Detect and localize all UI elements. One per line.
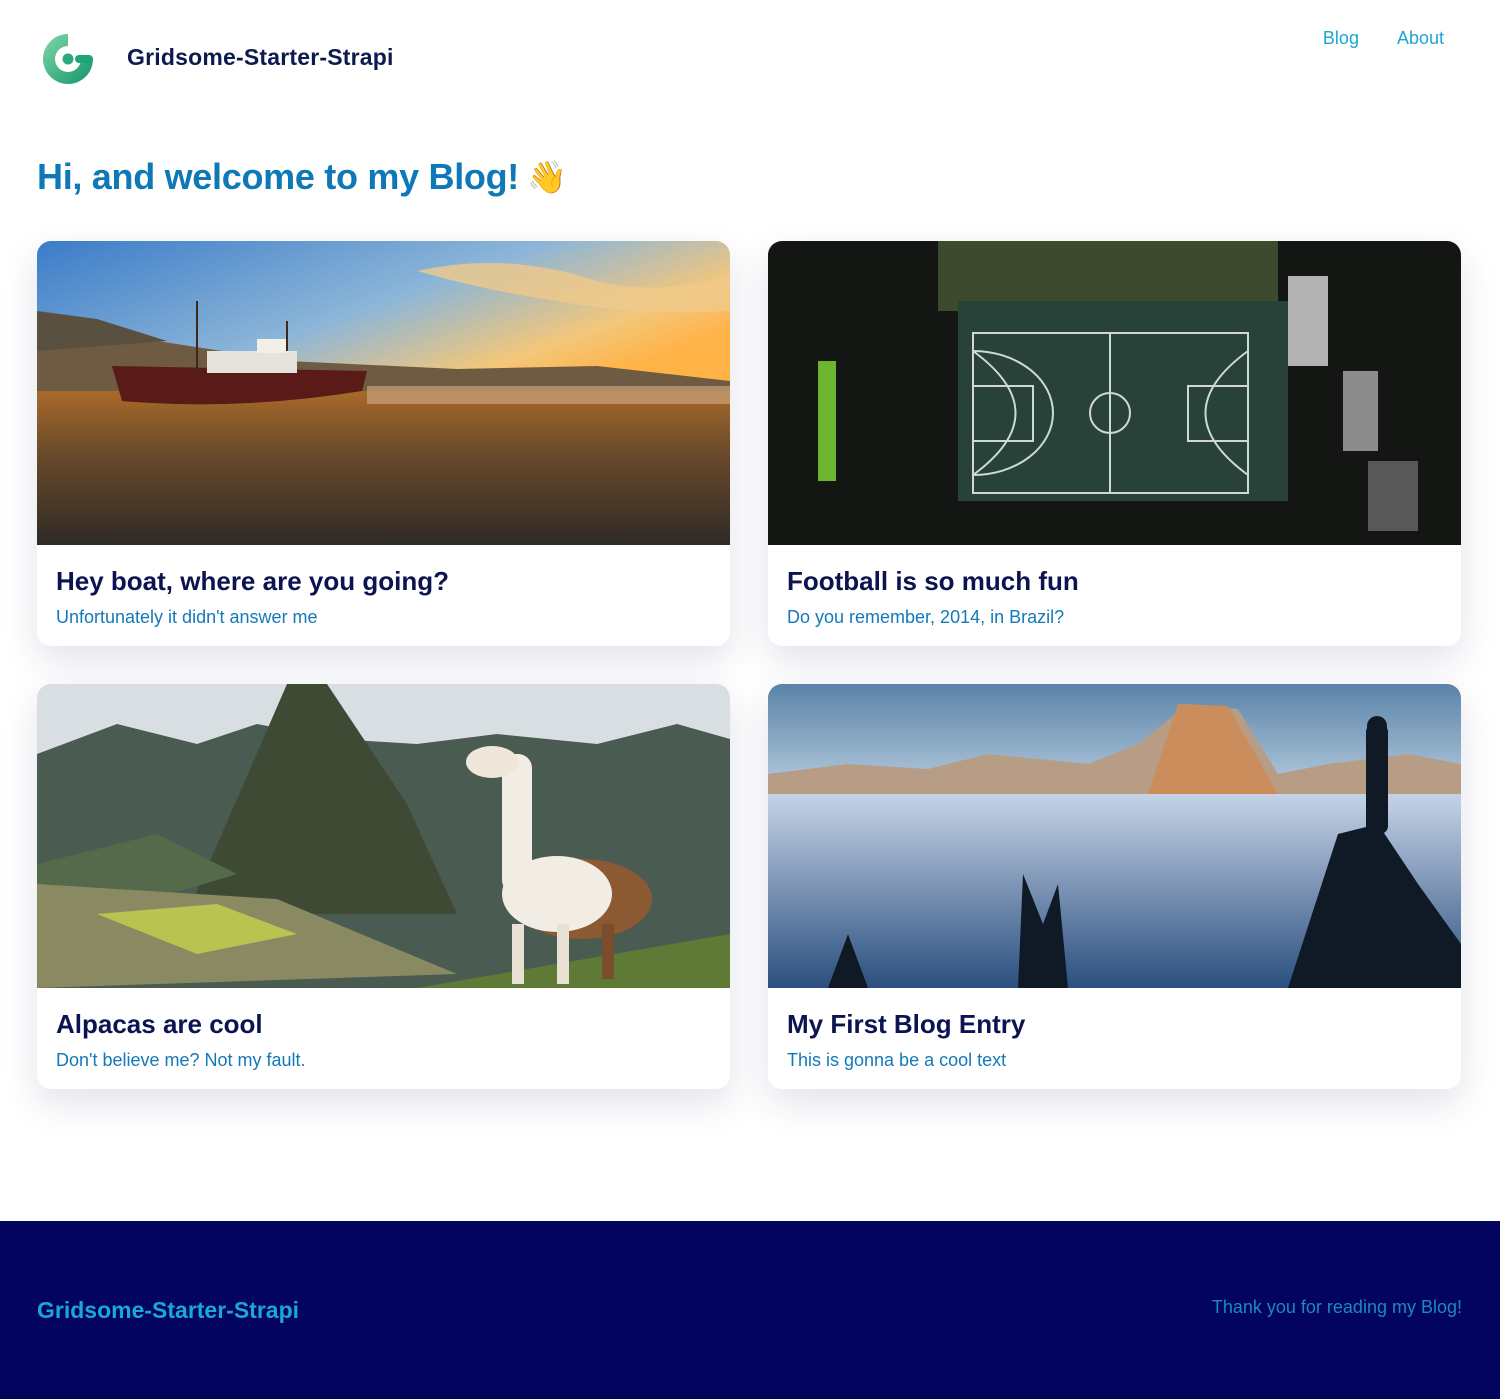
post-title[interactable]: My First Blog Entry <box>787 1009 1025 1040</box>
post-title[interactable]: Hey boat, where are you going? <box>56 566 449 597</box>
main-nav: Blog About <box>1323 28 1444 49</box>
post-description: Do you remember, 2014, in Brazil? <box>787 607 1065 627</box>
nav-link-blog[interactable]: Blog <box>1323 28 1359 49</box>
site-header: Gridsome-Starter-Strapi Blog About <box>0 0 1500 120</box>
post-image-boat[interactable] <box>37 241 730 545</box>
waving-hand-emoji: 👋 <box>526 159 567 195</box>
site-title[interactable]: Gridsome-Starter-Strapi <box>127 44 394 71</box>
post-description: Don't believe me? Not my fault. <box>56 1050 306 1070</box>
gridsome-logo-icon[interactable] <box>37 28 99 90</box>
post-card[interactable]: Alpacas are cool Don't believe me? Not m… <box>37 684 730 1089</box>
site-footer: Gridsome-Starter-Strapi Thank you for re… <box>0 1221 1500 1399</box>
post-card[interactable]: My First Blog Entry This is gonna be a c… <box>768 684 1461 1089</box>
post-title[interactable]: Alpacas are cool <box>56 1009 263 1040</box>
post-card[interactable]: Hey boat, where are you going? Unfortuna… <box>37 241 730 646</box>
page-title-text: Hi, and welcome to my Blog! <box>37 156 519 197</box>
footer-site-title[interactable]: Gridsome-Starter-Strapi <box>37 1297 299 1324</box>
post-image-alpaca[interactable] <box>37 684 730 988</box>
page-title: Hi, and welcome to my Blog! 👋 <box>37 156 567 198</box>
post-image-court[interactable] <box>768 241 1461 545</box>
post-title[interactable]: Football is so much fun <box>787 566 1079 597</box>
post-card[interactable]: Football is so much fun Do you remember,… <box>768 241 1461 646</box>
post-description: Unfortunately it didn't answer me <box>56 607 318 627</box>
post-image-mountain[interactable] <box>768 684 1461 988</box>
footer-thanks-text: Thank you for reading my Blog! <box>1211 1297 1462 1317</box>
nav-link-about[interactable]: About <box>1397 28 1444 49</box>
post-description: This is gonna be a cool text <box>787 1050 1007 1070</box>
